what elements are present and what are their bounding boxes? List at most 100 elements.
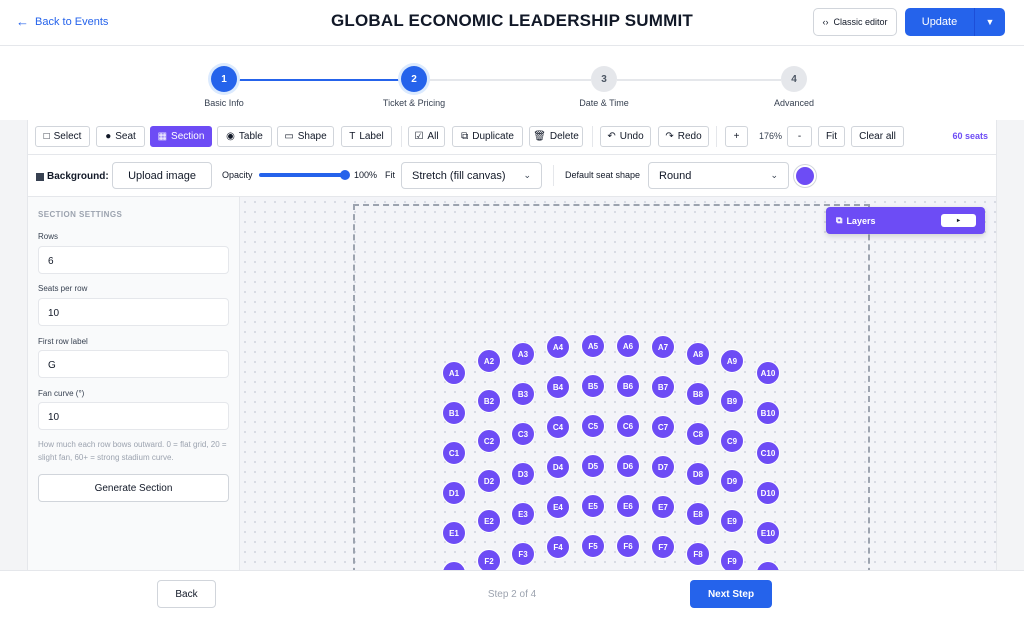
step-basic-info[interactable]: 1 Basic Info: [164, 66, 284, 108]
background-controls: Background: Upload image Opacity 100% Fi…: [28, 155, 996, 197]
step-ticket-pricing[interactable]: 2 Ticket & Pricing: [354, 66, 474, 108]
seat-E5[interactable]: E5: [581, 494, 605, 518]
back-button[interactable]: Back: [157, 580, 216, 608]
seat-F2[interactable]: F2: [477, 549, 501, 570]
seat-C7[interactable]: C7: [651, 415, 675, 439]
select-all-button[interactable]: ☑ All: [408, 126, 445, 147]
seats-per-row-input[interactable]: 10: [38, 298, 229, 326]
seat-C4[interactable]: C4: [546, 415, 570, 439]
zoom-in-button[interactable]: +: [725, 126, 748, 147]
back-to-events-link[interactable]: ← Back to Events: [16, 14, 108, 29]
fit-mode-select[interactable]: Stretch (fill canvas) ⌄: [401, 162, 542, 189]
seat-B5[interactable]: B5: [581, 374, 605, 398]
upload-image-button[interactable]: Upload image: [112, 162, 212, 189]
seat-E3[interactable]: E3: [511, 502, 535, 526]
clear-all-button[interactable]: Clear all: [851, 126, 904, 147]
slider-handle[interactable]: [340, 170, 350, 180]
step-advanced[interactable]: 4 Advanced: [734, 66, 854, 108]
seat-A10[interactable]: A10: [756, 361, 780, 385]
seat-E2[interactable]: E2: [477, 509, 501, 533]
seat-E10[interactable]: E10: [756, 521, 780, 545]
seat-F4[interactable]: F4: [546, 535, 570, 559]
seat-C3[interactable]: C3: [511, 422, 535, 446]
opacity-slider[interactable]: [259, 170, 350, 180]
seat-E6[interactable]: E6: [616, 494, 640, 518]
seat-D8[interactable]: D8: [686, 462, 710, 486]
seat-B2[interactable]: B2: [477, 389, 501, 413]
rows-input[interactable]: 6: [38, 246, 229, 274]
seat-C5[interactable]: C5: [581, 414, 605, 438]
seat-A5[interactable]: A5: [581, 334, 605, 358]
fit-button[interactable]: Fit: [818, 126, 845, 147]
update-label[interactable]: Update: [905, 8, 975, 36]
seat-F7[interactable]: F7: [651, 535, 675, 559]
seat-A8[interactable]: A8: [686, 342, 710, 366]
seat-C6[interactable]: C6: [616, 414, 640, 438]
seat-A6[interactable]: A6: [616, 334, 640, 358]
step-date-time[interactable]: 3 Date & Time: [544, 66, 664, 108]
zoom-out-button[interactable]: -: [787, 126, 812, 147]
chevron-down-icon[interactable]: ▼: [975, 8, 1005, 36]
seat-F8[interactable]: F8: [686, 542, 710, 566]
seat-C10[interactable]: C10: [756, 441, 780, 465]
seat-shape-select[interactable]: Round ⌄: [648, 162, 789, 189]
seat-D6[interactable]: D6: [616, 454, 640, 478]
seat-C9[interactable]: C9: [720, 429, 744, 453]
seat-E4[interactable]: E4: [546, 495, 570, 519]
seat-F3[interactable]: F3: [511, 542, 535, 566]
seat-E7[interactable]: E7: [651, 495, 675, 519]
seat-B7[interactable]: B7: [651, 375, 675, 399]
layers-panel-toggle[interactable]: ⧉ Layers ▸: [826, 207, 985, 234]
seat-color-picker[interactable]: [794, 165, 816, 187]
seat-D4[interactable]: D4: [546, 455, 570, 479]
seat-map-canvas[interactable]: A1 A2 A3 A4 A5 A6 A7 A8 A9 A10 B1 B2 B3 B4 B5 B6 B7 B8 B9 B…: [240, 197, 996, 570]
seat-D5[interactable]: D5: [581, 454, 605, 478]
seat-A9[interactable]: A9: [720, 349, 744, 373]
duplicate-button[interactable]: ⧉ Duplicate: [452, 126, 523, 147]
seat-F5[interactable]: F5: [581, 534, 605, 558]
seat-D9[interactable]: D9: [720, 469, 744, 493]
seat-B8[interactable]: B8: [686, 382, 710, 406]
seat-A2[interactable]: A2: [477, 349, 501, 373]
undo-button[interactable]: ↶ Undo: [600, 126, 651, 147]
seat-B9[interactable]: B9: [720, 389, 744, 413]
seat-C2[interactable]: C2: [477, 429, 501, 453]
seat-D10[interactable]: D10: [756, 481, 780, 505]
seat-A4[interactable]: A4: [546, 335, 570, 359]
seat-D7[interactable]: D7: [651, 455, 675, 479]
table-tool-button[interactable]: ◉ Table: [217, 126, 272, 147]
seat-A3[interactable]: A3: [511, 342, 535, 366]
seat-B10[interactable]: B10: [756, 401, 780, 425]
seat-E9[interactable]: E9: [720, 509, 744, 533]
seat-D1[interactable]: D1: [442, 481, 466, 505]
classic-editor-button[interactable]: ‹› Classic editor: [813, 8, 897, 36]
fan-curve-input[interactable]: 10: [38, 402, 229, 430]
seat-B4[interactable]: B4: [546, 375, 570, 399]
seat-F9[interactable]: F9: [720, 549, 744, 570]
seat-B6[interactable]: B6: [616, 374, 640, 398]
seat-B3[interactable]: B3: [511, 382, 535, 406]
seat-B1[interactable]: B1: [442, 401, 466, 425]
label-tool-button[interactable]: T Label: [341, 126, 392, 147]
seat-F6[interactable]: F6: [616, 534, 640, 558]
seat-A1[interactable]: A1: [442, 361, 466, 385]
generate-section-button[interactable]: Generate Section: [38, 474, 229, 502]
next-step-button[interactable]: Next Step: [690, 580, 772, 608]
seat-D2[interactable]: D2: [477, 469, 501, 493]
select-tool-button[interactable]: □ Select: [35, 126, 90, 147]
seat-C1[interactable]: C1: [442, 441, 466, 465]
delete-button[interactable]: 🗑 Delete: [529, 126, 583, 147]
seat-E8[interactable]: E8: [686, 502, 710, 526]
section-tool-button[interactable]: ▦ Section: [150, 126, 212, 147]
seat-D3[interactable]: D3: [511, 462, 535, 486]
update-button[interactable]: Update ▼: [905, 8, 1005, 36]
layers-expand-button[interactable]: ▸: [941, 214, 976, 227]
redo-button[interactable]: ↷ Redo: [658, 126, 709, 147]
shape-tool-button[interactable]: ▭ Shape: [277, 126, 334, 147]
seat-C8[interactable]: C8: [686, 422, 710, 446]
first-row-label-input[interactable]: G: [38, 350, 229, 378]
seat-A7[interactable]: A7: [651, 335, 675, 359]
seat-E1[interactable]: E1: [442, 521, 466, 545]
divider: [553, 165, 554, 186]
seat-tool-button[interactable]: ● Seat: [96, 126, 145, 147]
